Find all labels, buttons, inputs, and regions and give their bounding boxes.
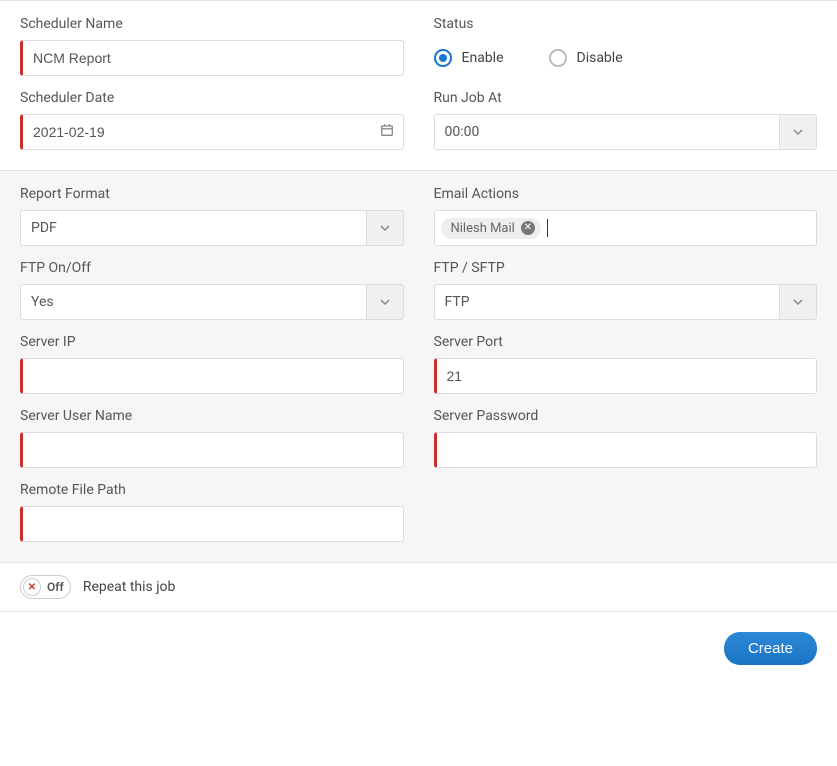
email-actions-input[interactable]: Nilesh Mail ✕ [434,210,818,246]
runjob-label: Run Job At [434,90,818,106]
status-disable-radio[interactable]: Disable [549,49,623,67]
ftp-onoff-label: FTP On/Off [20,260,404,276]
chevron-down-icon [779,114,817,150]
report-format-label: Report Format [20,186,404,202]
status-enable-label: Enable [462,50,504,66]
email-actions-label: Email Actions [434,186,818,202]
remote-path-input[interactable] [20,506,404,542]
remote-path-label: Remote File Path [20,482,404,498]
ftp-onoff-value: Yes [20,284,366,320]
server-ip-label: Server IP [20,334,404,350]
status-enable-radio[interactable]: Enable [434,49,504,67]
ftp-onoff-select[interactable]: Yes [20,284,404,320]
report-ftp-section: Report Format PDF Email Actions Nilesh M… [0,171,837,563]
report-format-select[interactable]: PDF [20,210,404,246]
tag-remove-icon[interactable]: ✕ [521,221,535,235]
ftp-protocol-value: FTP [434,284,780,320]
server-user-label: Server User Name [20,408,404,424]
email-tag-label: Nilesh Mail [451,221,515,236]
create-button[interactable]: Create [724,632,817,665]
ftp-protocol-label: FTP / SFTP [434,260,818,276]
repeat-toggle[interactable]: ✕ Off [20,575,71,599]
footer: Create [0,612,837,685]
chevron-down-icon [366,284,404,320]
server-port-input[interactable] [434,358,818,394]
report-format-value: PDF [20,210,366,246]
radio-checked-icon [434,49,452,67]
scheduler-name-label: Scheduler Name [20,16,404,32]
close-icon: ✕ [23,578,41,596]
runjob-value: 00:00 [434,114,780,150]
text-cursor [547,219,548,237]
server-password-label: Server Password [434,408,818,424]
repeat-job-row: ✕ Off Repeat this job [0,563,837,612]
status-label: Status [434,16,818,32]
server-user-input[interactable] [20,432,404,468]
scheduler-date-label: Scheduler Date [20,90,404,106]
server-password-input[interactable] [434,432,818,468]
scheduler-name-input[interactable] [20,40,404,76]
server-ip-input[interactable] [20,358,404,394]
scheduler-section: Scheduler Name Status Enable Disable Sch… [0,0,837,171]
scheduler-date-input[interactable] [20,114,404,150]
repeat-toggle-text: Off [47,580,64,594]
radio-unchecked-icon [549,49,567,67]
chevron-down-icon [779,284,817,320]
email-tag: Nilesh Mail ✕ [441,218,541,239]
repeat-label: Repeat this job [83,579,176,595]
server-port-label: Server Port [434,334,818,350]
ftp-protocol-select[interactable]: FTP [434,284,818,320]
runjob-select[interactable]: 00:00 [434,114,818,150]
status-disable-label: Disable [577,50,623,66]
chevron-down-icon [366,210,404,246]
